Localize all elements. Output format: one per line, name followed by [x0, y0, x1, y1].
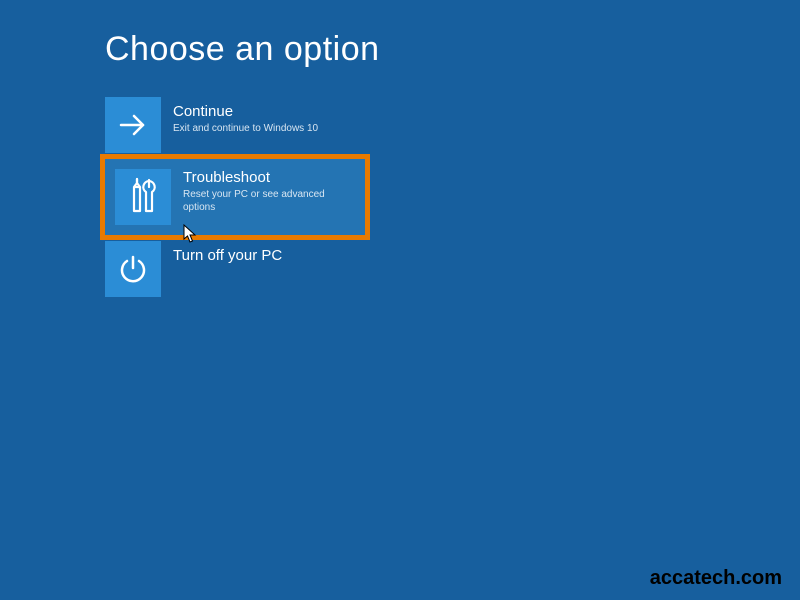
- option-label: Turn off your PC: [173, 247, 355, 265]
- options-list: Continue Exit and continue to Windows 10: [105, 97, 800, 297]
- option-desc: Reset your PC or see advanced options: [183, 188, 355, 214]
- option-desc: Exit and continue to Windows 10: [173, 122, 355, 135]
- option-body: Troubleshoot Reset your PC or see advanc…: [181, 159, 365, 235]
- option-body: Turn off your PC: [161, 241, 365, 297]
- option-label: Troubleshoot: [183, 169, 355, 187]
- arrow-right-icon: [105, 97, 161, 153]
- page-title: Choose an option: [105, 30, 800, 69]
- watermark: accatech.com: [650, 567, 782, 590]
- option-body: Continue Exit and continue to Windows 10: [161, 97, 365, 153]
- option-turn-off[interactable]: Turn off your PC: [105, 241, 365, 297]
- tools-icon: [115, 169, 171, 225]
- option-continue[interactable]: Continue Exit and continue to Windows 10: [105, 97, 365, 153]
- option-label: Continue: [173, 103, 355, 121]
- power-icon: [105, 241, 161, 297]
- option-troubleshoot[interactable]: Troubleshoot Reset your PC or see advanc…: [105, 159, 365, 235]
